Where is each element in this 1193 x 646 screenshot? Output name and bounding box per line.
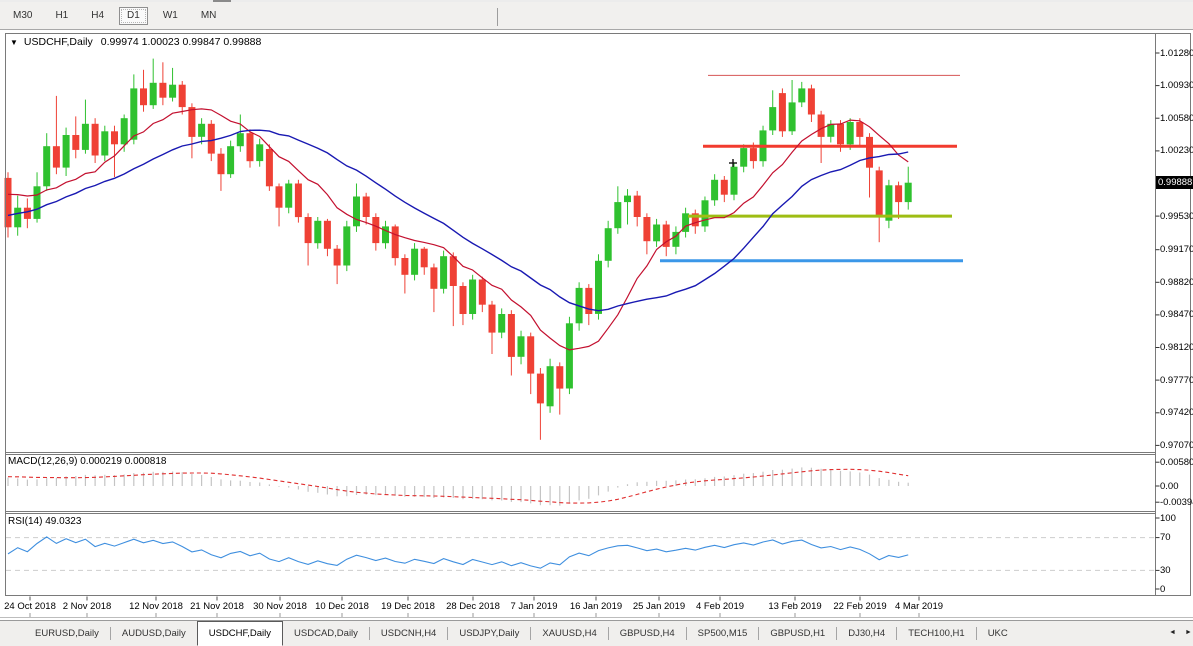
tab-scroll-right-icon[interactable]: ► [1185, 629, 1192, 637]
date-axis-label: 4 Mar 2019 [884, 601, 954, 612]
macd-axis-label: 0.00 [1160, 481, 1179, 492]
date-axis-label: 21 Nov 2018 [182, 601, 252, 612]
date-axis-label: 4 Feb 2019 [685, 601, 755, 612]
price-axis-label: 1.00930 [1160, 80, 1193, 91]
chart-tab-gbpusd[interactable]: GBPUSD,H4 [609, 622, 686, 646]
chart-tab-ukc[interactable]: UKC [977, 622, 1019, 646]
rsi-axis-label: 0 [1160, 584, 1165, 595]
price-axis-label: 0.98120 [1160, 342, 1193, 353]
price-axis-label: 1.01280 [1160, 48, 1193, 59]
chart-tab-dj30[interactable]: DJ30,H4 [837, 622, 896, 646]
symbol-dropdown-icon[interactable]: ▼ [10, 38, 18, 47]
chart-tab-bar: EURUSD,DailyAUDUSD,DailyUSDCHF,DailyUSDC… [0, 620, 1193, 646]
chart-tab-xauusd[interactable]: XAUUSD,H4 [531, 622, 607, 646]
chart-tab-audusd[interactable]: AUDUSD,Daily [111, 622, 197, 646]
price-axis-label: 0.97770 [1160, 375, 1193, 386]
price-axis-label: 0.98820 [1160, 277, 1193, 288]
price-axis-label: 0.99530 [1160, 211, 1193, 222]
chart-tab-usdcad[interactable]: USDCAD,Daily [283, 622, 369, 646]
date-axis-label: 16 Jan 2019 [561, 601, 631, 612]
date-axis-label: 19 Dec 2018 [373, 601, 443, 612]
chart-tab-gbpusd[interactable]: GBPUSD,H1 [759, 622, 836, 646]
chart-tab-usdcnh[interactable]: USDCNH,H4 [370, 622, 447, 646]
tab-list: EURUSD,DailyAUDUSD,DailyUSDCHF,DailyUSDC… [24, 621, 1019, 646]
date-axis-label: 13 Feb 2019 [760, 601, 830, 612]
macd-indicator-label: MACD(12,26,9) 0.000219 0.000818 [8, 456, 166, 467]
macd-axis-label: 0.00580 [1160, 457, 1193, 468]
chart-tab-sp500[interactable]: SP500,M15 [687, 622, 759, 646]
rsi-axis-label: 100 [1160, 513, 1176, 524]
macd-axis-label: -0.00394 [1160, 497, 1193, 508]
date-axis-label: 30 Nov 2018 [245, 601, 315, 612]
mt4-chart-window: M30H1H4D1W1MN ▼ USDCHF,Daily 0.99974 1.0… [0, 0, 1193, 646]
chart-tab-eurusd[interactable]: EURUSD,Daily [24, 622, 110, 646]
current-price-tag: 0.99888 [1156, 176, 1193, 189]
date-axis-label: 28 Dec 2018 [438, 601, 508, 612]
rsi-axis-label: 30 [1160, 565, 1171, 576]
price-axis-label: 1.00230 [1160, 145, 1193, 156]
chart-tab-usdchf[interactable]: USDCHF,Daily [197, 621, 283, 646]
rsi-indicator-label: RSI(14) 49.0323 [8, 516, 81, 527]
price-axis-label: 1.00580 [1160, 113, 1193, 124]
date-axis-label: 7 Jan 2019 [499, 601, 569, 612]
price-axis-label: 0.97420 [1160, 407, 1193, 418]
chart-tab-usdjpy[interactable]: USDJPY,Daily [448, 622, 530, 646]
symbol-period-label: USDCHF,Daily [24, 36, 93, 48]
date-axis-label: 12 Nov 2018 [121, 601, 191, 612]
ohlc-values: 0.99974 1.00023 0.99847 0.99888 [101, 36, 262, 48]
date-axis-label: 10 Dec 2018 [307, 601, 377, 612]
date-axis-label: 2 Nov 2018 [52, 601, 122, 612]
price-axis-label: 0.97070 [1160, 440, 1193, 451]
chart-canvas[interactable] [0, 0, 1193, 646]
tab-bar-spacer [0, 633, 24, 634]
chart-title: ▼ USDCHF,Daily 0.99974 1.00023 0.99847 0… [10, 36, 261, 48]
price-axis-label: 0.99170 [1160, 244, 1193, 255]
price-axis-label: 0.98470 [1160, 309, 1193, 320]
rsi-axis-label: 70 [1160, 532, 1171, 543]
chart-tab-tech100[interactable]: TECH100,H1 [897, 622, 976, 646]
date-axis-label: 25 Jan 2019 [624, 601, 694, 612]
tab-scroll-left-icon[interactable]: ◄ [1169, 629, 1176, 637]
